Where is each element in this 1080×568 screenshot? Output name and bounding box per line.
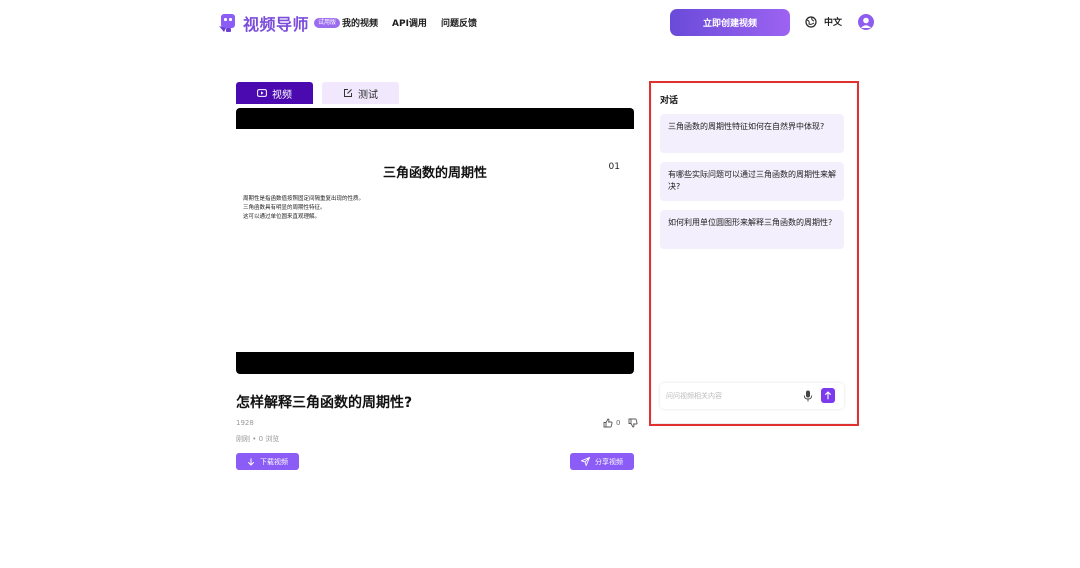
chat-highlight-frame bbox=[649, 81, 859, 426]
nav-feedback[interactable]: 问题反馈 bbox=[441, 16, 477, 29]
slide-line: 周期性是指函数值按照固定间隔重复出现的性质。 bbox=[243, 196, 365, 202]
beta-badge: 试用版 bbox=[314, 18, 341, 28]
download-icon bbox=[247, 458, 255, 466]
globe-icon bbox=[805, 15, 817, 28]
user-icon bbox=[861, 17, 871, 28]
download-video-button[interactable]: 下载视频 bbox=[236, 453, 299, 470]
tab-video-label: 视频 bbox=[272, 89, 292, 101]
robot-logo-icon bbox=[219, 14, 235, 32]
nav-my-videos[interactable]: 我的视频 bbox=[342, 16, 378, 29]
slide-number: 01 bbox=[608, 162, 620, 172]
share-video-button[interactable]: 分享视频 bbox=[570, 453, 634, 470]
slide-title: 三角函数的周期性 bbox=[382, 166, 487, 181]
language-label: 中文 bbox=[824, 18, 843, 28]
play-icon bbox=[257, 89, 267, 97]
thumbs-down-icon[interactable] bbox=[628, 418, 638, 428]
tab-test[interactable]: 测试 bbox=[322, 82, 399, 104]
top-header: 视频导师 试用版 我的视频 API调用 问题反馈 立即创建视频 中文 bbox=[0, 0, 1080, 44]
share-label: 分享视频 bbox=[595, 457, 623, 466]
logo-text: 视频导师 bbox=[243, 15, 310, 34]
video-meta: 刚刚 • 0 浏览 bbox=[236, 435, 280, 443]
tab-test-label: 测试 bbox=[358, 89, 378, 101]
slide-line: 三角函数具有明显的周期性特征。 bbox=[243, 205, 326, 211]
thumbs-up-icon[interactable] bbox=[603, 418, 613, 428]
content-tabs: 视频 测试 bbox=[236, 82, 399, 104]
video-title: 怎样解释三角函数的周期性? bbox=[236, 395, 413, 411]
create-video-button[interactable]: 立即创建视频 bbox=[670, 9, 790, 36]
send-icon bbox=[581, 457, 590, 466]
edit-icon bbox=[344, 89, 352, 97]
video-slide: 三角函数的周期性 01 周期性是指函数值按照固定间隔重复出现的性质。 三角函数具… bbox=[236, 129, 634, 352]
logo[interactable]: 视频导师 试用版 bbox=[216, 11, 341, 35]
reactions: 0 bbox=[603, 418, 638, 428]
main-nav: 我的视频 API调用 问题反馈 bbox=[342, 16, 477, 29]
download-label: 下载视频 bbox=[260, 457, 288, 466]
slide-line: 这可以通过单位圆来直观理解。 bbox=[243, 214, 321, 220]
slide-body: 周期性是指函数值按照固定间隔重复出现的性质。 三角函数具有明显的周期性特征。 这… bbox=[243, 195, 364, 222]
user-avatar[interactable] bbox=[858, 14, 874, 30]
video-player[interactable]: 三角函数的周期性 01 周期性是指函数值按照固定间隔重复出现的性质。 三角函数具… bbox=[236, 108, 634, 374]
nav-api[interactable]: API调用 bbox=[392, 16, 427, 29]
like-count: 0 bbox=[616, 419, 621, 427]
tab-video[interactable]: 视频 bbox=[236, 82, 313, 104]
language-switcher[interactable]: 中文 bbox=[805, 15, 842, 28]
video-id: 1928 bbox=[236, 419, 254, 427]
